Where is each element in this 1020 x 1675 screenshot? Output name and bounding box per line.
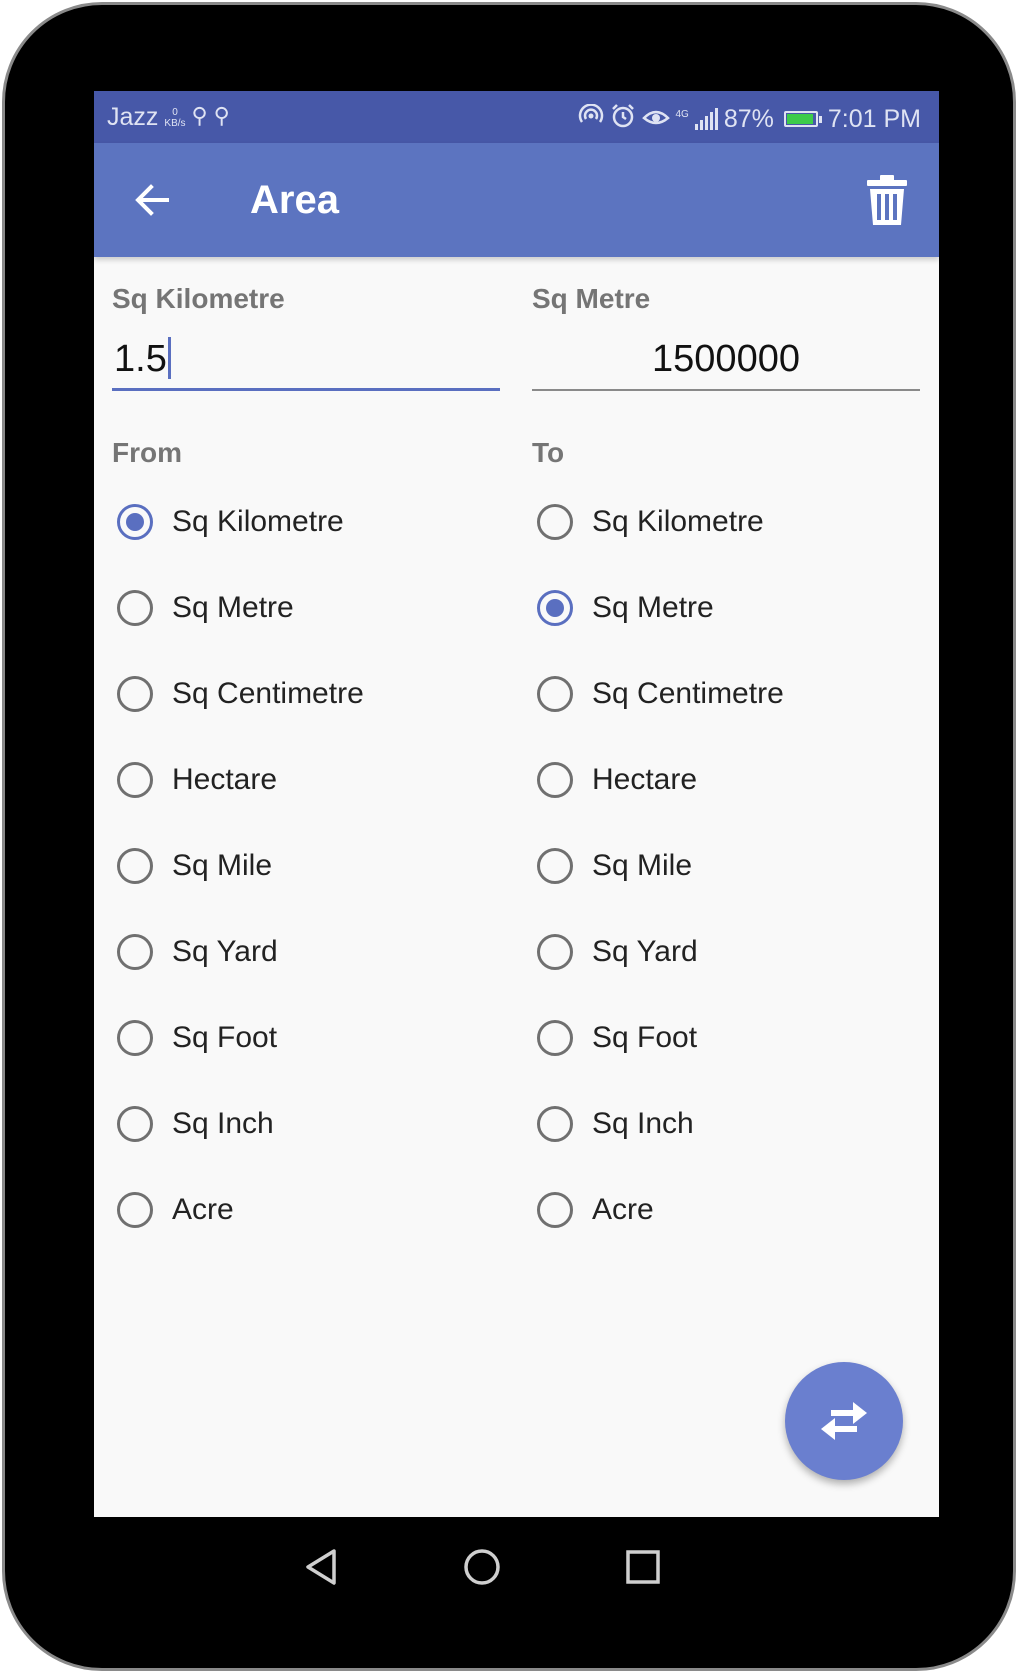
from-radio-item[interactable]: Acre xyxy=(112,1167,502,1253)
to-value-text: 1500000 xyxy=(652,338,800,380)
radio-label: Sq Kilometre xyxy=(592,505,764,538)
from-radio-item[interactable]: Sq Metre xyxy=(112,565,502,651)
arrow-left-icon xyxy=(135,184,169,216)
radio-label: Sq Mile xyxy=(592,849,693,882)
nav-back-button[interactable] xyxy=(291,1537,351,1597)
radio-label: Sq Metre xyxy=(592,591,714,624)
to-group-label: To xyxy=(532,437,565,468)
to-radio-item[interactable]: Sq Metre xyxy=(532,565,922,651)
app-bar: Area xyxy=(94,143,939,257)
radio-label: Sq Inch xyxy=(172,1107,274,1140)
to-radio-item[interactable]: Sq Inch xyxy=(532,1081,922,1167)
radio-label: Sq Yard xyxy=(172,935,278,968)
to-radio-item[interactable]: Hectare xyxy=(532,737,922,823)
triangle-back-icon xyxy=(306,1549,336,1585)
swap-icon xyxy=(821,1402,867,1440)
from-value-input[interactable]: 1.5 xyxy=(112,327,500,391)
to-radio-item[interactable]: Sq Kilometre xyxy=(532,479,922,565)
radio-button-icon[interactable] xyxy=(117,1192,153,1228)
text-cursor xyxy=(167,336,171,379)
signal-icon xyxy=(694,108,718,130)
back-button[interactable] xyxy=(124,173,178,227)
clock: 7:01 PM xyxy=(827,104,921,133)
network-speed: 0 KB/s xyxy=(164,107,185,129)
to-unit-label: Sq Metre xyxy=(532,283,651,314)
circle-home-icon xyxy=(464,1549,500,1585)
radio-label: Acre xyxy=(172,1193,234,1226)
radio-button-icon[interactable] xyxy=(117,1106,153,1142)
radio-label: Sq Foot xyxy=(172,1021,278,1054)
from-group-label: From xyxy=(112,437,182,468)
from-radio-item[interactable]: Sq Mile xyxy=(112,823,502,909)
radio-button-icon[interactable] xyxy=(537,1106,573,1142)
radio-button-icon[interactable] xyxy=(117,1020,153,1056)
system-nav-bar xyxy=(5,1517,1019,1627)
from-unit-label: Sq Kilometre xyxy=(112,283,285,314)
from-radio-item[interactable]: Sq Centimetre xyxy=(112,651,502,737)
radio-button-icon[interactable] xyxy=(117,934,153,970)
from-unit-radio-group: Sq Kilometre Sq Metre Sq Centimetre Hectare… xyxy=(112,479,502,1253)
radio-label: Acre xyxy=(592,1193,654,1226)
radio-button-icon[interactable] xyxy=(537,762,573,798)
page-title: Area xyxy=(250,178,339,222)
alarm-icon xyxy=(610,103,636,135)
radio-button-icon[interactable] xyxy=(117,848,153,884)
to-radio-item[interactable]: Sq Centimetre xyxy=(532,651,922,737)
radio-label: Hectare xyxy=(592,763,698,796)
status-bar-left: Jazz 0 KB/s ⚲ ⚲ xyxy=(107,103,230,132)
radio-label: Sq Inch xyxy=(592,1107,694,1140)
swap-units-button[interactable] xyxy=(785,1362,903,1480)
radio-button-icon[interactable] xyxy=(117,762,153,798)
status-bar-right: 4G 87% 7:01 PM xyxy=(578,103,921,135)
device-frame: Jazz 0 KB/s ⚲ ⚲ 4G 87% 7:01 PM Area Sq K… xyxy=(2,2,1016,1671)
radio-button-icon[interactable] xyxy=(537,848,573,884)
radio-label: Sq Foot xyxy=(592,1021,698,1054)
radio-button-icon[interactable] xyxy=(537,676,573,712)
clear-button[interactable] xyxy=(859,171,915,229)
from-radio-item[interactable]: Sq Inch xyxy=(112,1081,502,1167)
radio-button-icon[interactable] xyxy=(537,1192,573,1228)
nav-home-button[interactable] xyxy=(452,1537,512,1597)
to-radio-item[interactable]: Sq Yard xyxy=(532,909,922,995)
to-radio-item[interactable]: Sq Mile xyxy=(532,823,922,909)
radio-label: Sq Centimetre xyxy=(592,677,784,710)
network-speed-unit: KB/s xyxy=(164,118,186,129)
from-radio-item[interactable]: Sq Foot xyxy=(112,995,502,1081)
network-speed-value: 0 xyxy=(172,107,178,118)
to-unit-radio-group: Sq Kilometre Sq Metre Sq Centimetre Hectare… xyxy=(532,479,922,1253)
from-radio-item[interactable]: Hectare xyxy=(112,737,502,823)
eye-icon xyxy=(641,104,670,134)
radio-label: Sq Kilometre xyxy=(172,505,344,538)
status-bar: Jazz 0 KB/s ⚲ ⚲ 4G 87% 7:01 PM xyxy=(94,91,939,143)
trash-icon xyxy=(867,175,907,225)
usb-icon: ⚲ xyxy=(213,103,230,128)
nav-recents-button[interactable] xyxy=(613,1537,673,1597)
radio-label: Sq Centimetre xyxy=(172,677,364,710)
screen: Jazz 0 KB/s ⚲ ⚲ 4G 87% 7:01 PM Area Sq K… xyxy=(94,91,939,1517)
carrier-name: Jazz xyxy=(107,103,159,131)
from-radio-item[interactable]: Sq Kilometre xyxy=(112,479,502,565)
network-type: 4G xyxy=(675,109,689,120)
radio-label: Hectare xyxy=(172,763,278,796)
radio-button-icon[interactable] xyxy=(537,934,573,970)
to-radio-item[interactable]: Sq Foot xyxy=(532,995,922,1081)
to-value-output[interactable]: 1500000 xyxy=(532,327,920,391)
battery-icon xyxy=(783,111,822,127)
to-radio-item[interactable]: Acre xyxy=(532,1167,922,1253)
from-radio-item[interactable]: Sq Yard xyxy=(112,909,502,995)
radio-button-icon[interactable] xyxy=(537,1020,573,1056)
radio-button-icon[interactable] xyxy=(117,504,153,540)
radio-button-icon[interactable] xyxy=(117,676,153,712)
radio-button-icon[interactable] xyxy=(117,590,153,626)
radio-label: Sq Yard xyxy=(592,935,698,968)
radio-label: Sq Mile xyxy=(172,849,273,882)
square-recents-icon xyxy=(626,1550,660,1584)
battery-percent: 87% xyxy=(723,104,774,133)
radio-button-icon[interactable] xyxy=(537,590,573,626)
from-value-text: 1.5 xyxy=(114,338,167,380)
usb-icon: ⚲ xyxy=(191,103,208,128)
hotspot-icon xyxy=(578,103,604,134)
radio-label: Sq Metre xyxy=(172,591,294,624)
radio-button-icon[interactable] xyxy=(537,504,573,540)
